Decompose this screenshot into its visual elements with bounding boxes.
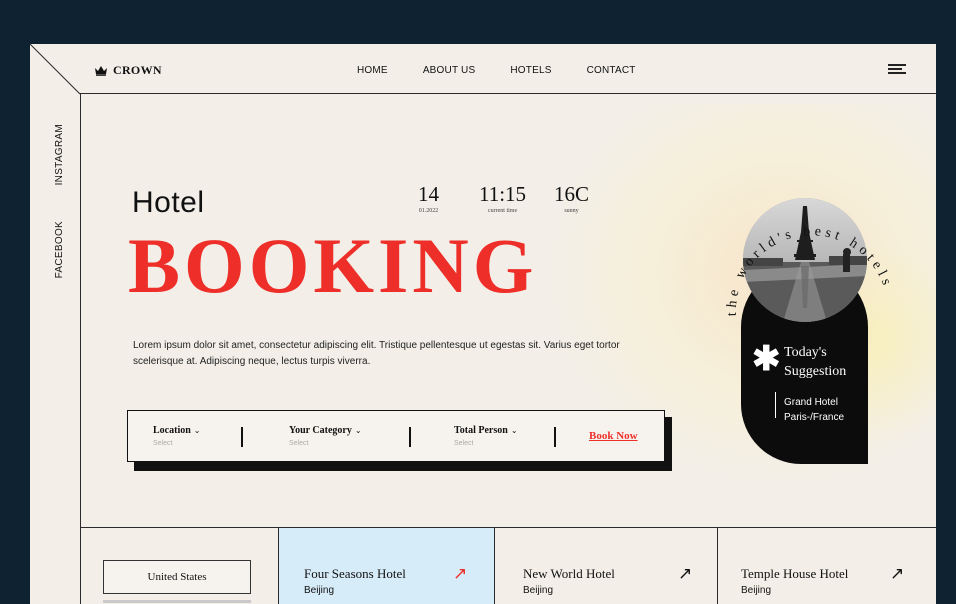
nav-home[interactable]: HOME bbox=[357, 65, 388, 76]
hotel-card-new-world[interactable]: New World Hotel Beijing bbox=[523, 566, 615, 596]
cell-divider bbox=[717, 528, 718, 604]
suggestion-title-line1: Today's bbox=[784, 345, 827, 360]
hero-title-main: BOOKING bbox=[128, 222, 538, 309]
location-label: Location bbox=[153, 425, 191, 436]
book-now-button[interactable]: Book Now bbox=[589, 430, 638, 442]
suggestion-divider bbox=[775, 392, 776, 418]
stat-weather-value: 16C bbox=[554, 182, 590, 206]
category-placeholder: Select bbox=[289, 440, 309, 447]
hotel-city: Beijing bbox=[304, 585, 335, 596]
chevron-down-icon: ⌄ bbox=[193, 426, 201, 435]
nav-contact[interactable]: CONTACT bbox=[587, 65, 636, 76]
total-person-select[interactable]: Total Person ⌄ Select bbox=[454, 425, 518, 447]
nav-about-us[interactable]: ABOUT US bbox=[423, 65, 476, 76]
search-separator bbox=[409, 427, 411, 447]
suggestion-title: Today's Suggestion bbox=[784, 343, 846, 381]
svg-text:the world's best hotels: the world's best hotels bbox=[725, 224, 895, 316]
country-select-underline bbox=[103, 600, 251, 603]
hotel-name: New World Hotel bbox=[523, 566, 615, 581]
suggestion-hotel: Grand Hotel Paris-/France bbox=[784, 395, 844, 425]
stat-time-caption: current time bbox=[487, 208, 518, 214]
social-link-instagram[interactable]: INSTAGRAM bbox=[54, 124, 65, 185]
main-nav: HOME ABOUT US HOTELS CONTACT bbox=[357, 65, 671, 76]
booking-search-bar: Location ⌄ Select Your Category ⌄ Select T… bbox=[127, 410, 665, 462]
stat-time-value: 11:15 bbox=[479, 182, 527, 206]
suggestion-title-line2: Suggestion bbox=[784, 364, 847, 379]
cell-divider bbox=[278, 528, 279, 604]
total-person-label: Total Person bbox=[454, 425, 508, 436]
stat-time: 11:15 current time bbox=[479, 182, 527, 215]
hotel-name: Four Seasons Hotel bbox=[304, 566, 406, 581]
search-separator bbox=[241, 427, 243, 447]
crown-icon bbox=[94, 65, 108, 76]
location-placeholder: Select bbox=[153, 440, 173, 447]
hero-description: Lorem ipsum dolor sit amet, consectetur … bbox=[133, 340, 620, 367]
category-select[interactable]: Your Category ⌄ Select bbox=[289, 425, 362, 447]
arrow-up-right-icon[interactable]: ↗ bbox=[678, 564, 692, 584]
country-select[interactable]: United States bbox=[103, 560, 251, 594]
suggestion-hotel-name: Grand Hotel bbox=[784, 397, 838, 408]
suggestion-hotel-location: Paris-/France bbox=[784, 412, 845, 423]
arrow-up-right-icon[interactable]: ↗ bbox=[453, 564, 467, 584]
asterisk-icon: ✱ bbox=[752, 340, 781, 378]
bottom-divider bbox=[80, 527, 936, 528]
total-person-placeholder: Select bbox=[454, 440, 474, 447]
brand-name: CROWN bbox=[113, 63, 162, 77]
hero-title-top: Hotel bbox=[132, 186, 205, 219]
brand-logo[interactable]: CROWN bbox=[94, 63, 162, 78]
curved-tagline-text: the world's best hotels bbox=[725, 224, 891, 316]
hamburger-menu-icon[interactable] bbox=[888, 64, 906, 76]
stat-date-value: 14 bbox=[418, 182, 439, 206]
landing-page-frame: CROWN HOME ABOUT US HOTELS CONTACT INSTA… bbox=[30, 44, 936, 604]
location-select[interactable]: Location ⌄ Select bbox=[153, 425, 200, 447]
hotel-card-temple-house[interactable]: Temple House Hotel Beijing bbox=[741, 566, 848, 596]
stat-date-caption: 01.2022 bbox=[418, 208, 439, 214]
stat-weather-caption: sunny bbox=[564, 208, 579, 214]
header-divider bbox=[80, 93, 936, 94]
category-label: Your Category bbox=[289, 425, 352, 436]
hotel-name: Temple House Hotel bbox=[741, 566, 849, 581]
stat-weather: 16C sunny bbox=[554, 182, 590, 215]
search-separator bbox=[554, 427, 556, 447]
nav-hotels[interactable]: HOTELS bbox=[510, 65, 551, 76]
chevron-down-icon: ⌄ bbox=[510, 426, 518, 435]
corner-diagonal-line bbox=[30, 44, 81, 95]
social-link-facebook[interactable]: FACEBOOK bbox=[54, 221, 65, 278]
chevron-down-icon: ⌄ bbox=[354, 426, 362, 435]
arrow-up-right-icon[interactable]: ↗ bbox=[890, 564, 904, 584]
curved-tagline: the world's best hotels bbox=[725, 224, 895, 316]
cell-divider bbox=[494, 528, 495, 604]
stat-date: 14 01.2022 bbox=[418, 182, 439, 215]
hotel-city: Beijing bbox=[741, 585, 772, 596]
hotel-card-four-seasons[interactable]: Four Seasons Hotel Beijing bbox=[304, 566, 406, 596]
hotel-city: Beijing bbox=[523, 585, 554, 596]
